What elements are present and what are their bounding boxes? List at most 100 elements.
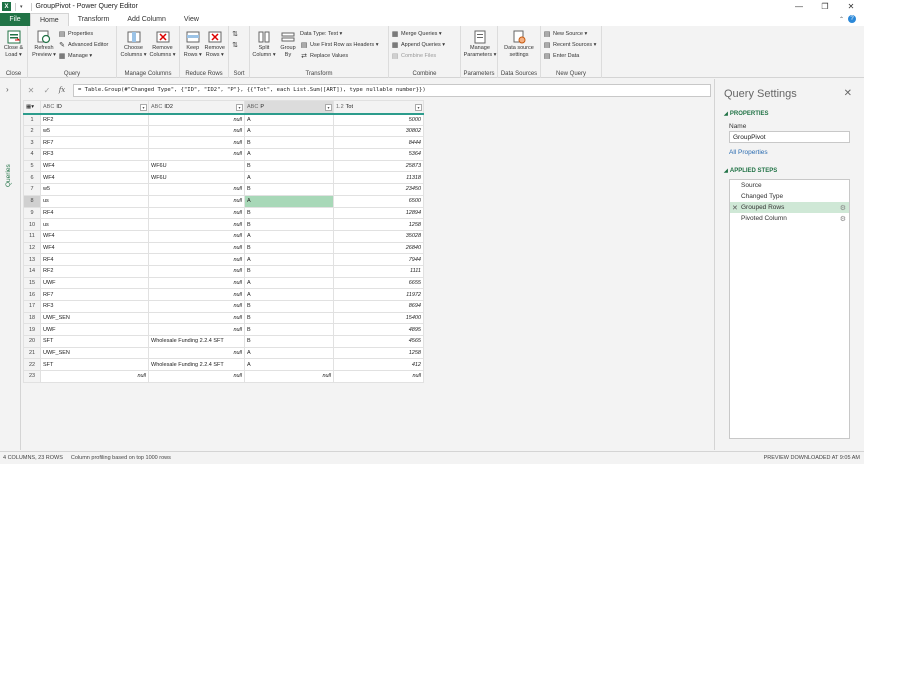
- grid-cell-id[interactable]: w5: [40, 124, 149, 138]
- grid-cell-p[interactable]: A: [244, 276, 334, 290]
- grid-cell-id[interactable]: RF2: [40, 264, 149, 278]
- merge-queries-button[interactable]: ▦ Merge Queries ▾: [391, 29, 445, 39]
- grid-cell-tot[interactable]: 5000: [333, 113, 424, 126]
- column-header-id[interactable]: ABC ID ▾: [40, 100, 149, 115]
- grid-cell-tot[interactable]: 8694: [333, 300, 424, 313]
- grid-cell-id2[interactable]: null: [148, 276, 245, 290]
- grid-cell-tot[interactable]: 4565: [333, 335, 424, 348]
- table-row[interactable]: 1 RF2 null A 5000: [23, 113, 424, 126]
- grid-cell-p[interactable]: B: [244, 159, 334, 173]
- use-first-row-button[interactable]: ▤ Use First Row as Headers ▾: [300, 40, 379, 50]
- replace-values-button[interactable]: ⇄ Replace Values: [300, 51, 378, 61]
- grid-cell-id2[interactable]: null: [148, 136, 245, 150]
- manage-button[interactable]: ▦ Manage ▾: [58, 51, 108, 61]
- table-row[interactable]: 6 WF4 WF6U A 11318: [23, 171, 424, 185]
- grid-cell-id2[interactable]: WF6U: [148, 171, 245, 185]
- grid-cell-p[interactable]: A: [244, 171, 334, 185]
- grid-cell-p[interactable]: B: [244, 264, 334, 278]
- grid-cell-id2[interactable]: null: [148, 300, 245, 313]
- queries-pane-label[interactable]: Queries: [5, 164, 12, 187]
- table-row[interactable]: 12 WF4 null B 26840: [23, 241, 424, 255]
- refresh-preview-button[interactable]: Refresh Preview ▾: [31, 28, 57, 58]
- step-grouped-rows[interactable]: ✕ Grouped Rows ⚙: [730, 202, 849, 213]
- all-properties-link[interactable]: All Properties: [729, 149, 768, 156]
- grid-cell-p[interactable]: A: [244, 194, 334, 208]
- table-row[interactable]: 16 RF7 null A 11972: [23, 288, 424, 301]
- new-source-button[interactable]: ▤ New Source ▾: [543, 29, 596, 39]
- table-row[interactable]: 23 null null null null: [23, 370, 424, 383]
- grid-cell-tot[interactable]: 26840: [333, 241, 424, 255]
- help-icon[interactable]: ?: [848, 15, 856, 23]
- number-type-icon[interactable]: 1.2: [336, 104, 344, 110]
- tab-view[interactable]: View: [175, 13, 208, 26]
- expand-queries-icon[interactable]: ›: [6, 85, 9, 94]
- grid-cell-id2[interactable]: null: [148, 183, 245, 196]
- grid-cell-id2[interactable]: null: [148, 206, 245, 220]
- grid-cell-id2[interactable]: null: [148, 194, 245, 208]
- cancel-formula-icon[interactable]: ✕: [23, 86, 39, 95]
- grid-cell-p[interactable]: B: [244, 183, 334, 196]
- grid-cell-id2[interactable]: null: [148, 113, 245, 126]
- restore-icon[interactable]: ❐: [812, 0, 838, 13]
- grid-cell-tot[interactable]: null: [333, 370, 424, 383]
- table-row[interactable]: 15 UWF null A 6655: [23, 276, 424, 290]
- grid-cell-id2[interactable]: null: [148, 288, 245, 301]
- grid-cell-p[interactable]: A: [244, 358, 334, 372]
- table-row[interactable]: 5 WF4 WF6U B 25873: [23, 159, 424, 173]
- grid-cell-p[interactable]: B: [244, 323, 334, 337]
- table-row[interactable]: 14 RF2 null B 1111: [23, 264, 424, 278]
- close-and-load-button[interactable]: Close & Load ▾: [3, 28, 24, 58]
- applied-steps-section-header[interactable]: ◢ APPLIED STEPS: [724, 168, 777, 174]
- delete-step-icon[interactable]: ✕: [732, 204, 738, 212]
- grid-cell-p[interactable]: A: [244, 288, 334, 301]
- grid-cell-tot[interactable]: 23450: [333, 183, 424, 196]
- grid-cell-id[interactable]: null: [40, 370, 149, 383]
- grid-cell-p[interactable]: A: [244, 253, 334, 266]
- remove-columns-button[interactable]: Remove Columns ▾: [149, 28, 176, 58]
- table-row[interactable]: 3 RF7 null B 8444: [23, 136, 424, 150]
- column-header-p[interactable]: ABC P ▾: [244, 100, 334, 115]
- grid-cell-id2[interactable]: null: [148, 229, 245, 243]
- combine-files-button[interactable]: ▤ Combine Files: [391, 51, 445, 61]
- query-name-input[interactable]: GroupPivot: [729, 131, 850, 143]
- tab-add-column[interactable]: Add Column: [118, 13, 175, 26]
- properties-button[interactable]: ▤ Properties: [58, 29, 108, 39]
- append-queries-button[interactable]: ▦ Append Queries ▾: [391, 40, 445, 50]
- grid-cell-id2[interactable]: null: [148, 253, 245, 266]
- filter-dropdown-icon[interactable]: ▾: [415, 104, 422, 111]
- grid-cell-id[interactable]: w5: [40, 183, 149, 196]
- gear-icon[interactable]: ⚙: [840, 215, 846, 223]
- manage-parameters-button[interactable]: Manage Parameters ▾: [464, 28, 496, 58]
- grid-cell-tot[interactable]: 15400: [333, 311, 424, 325]
- grid-cell-id[interactable]: RF3: [40, 300, 149, 313]
- grid-cell-id2[interactable]: null: [148, 264, 245, 278]
- table-row[interactable]: 11 WF4 null A 35028: [23, 229, 424, 243]
- advanced-editor-button[interactable]: ✎ Advanced Editor: [58, 40, 108, 50]
- grid-cell-id2[interactable]: null: [148, 370, 245, 383]
- ribbon-collapse-icon[interactable]: ⌃: [839, 16, 844, 23]
- table-row[interactable]: 10 us null B 1258: [23, 218, 424, 231]
- enter-data-button[interactable]: ▤ Enter Data: [543, 51, 596, 61]
- grid-cell-p[interactable]: B: [244, 136, 334, 150]
- grid-cell-id[interactable]: RF7: [40, 288, 149, 301]
- minimize-icon[interactable]: —: [786, 0, 812, 13]
- grid-cell-id[interactable]: UWF_SEN: [40, 346, 149, 360]
- table-row[interactable]: 21 UWF_SEN null A 1258: [23, 346, 424, 360]
- grid-cell-tot[interactable]: 4895: [333, 323, 424, 337]
- grid-cell-tot[interactable]: 1258: [333, 218, 424, 231]
- grid-cell-id2[interactable]: Wholesale Funding 2.2.4 SFT: [148, 335, 245, 348]
- column-profiling-status[interactable]: Column profiling based on top 1000 rows: [71, 455, 171, 461]
- grid-cell-tot[interactable]: 30802: [333, 124, 424, 138]
- grid-cell-id[interactable]: UWF: [40, 323, 149, 337]
- grid-cell-p[interactable]: B: [244, 300, 334, 313]
- grid-cell-id[interactable]: RF4: [40, 253, 149, 266]
- tab-file[interactable]: File: [0, 13, 30, 26]
- grid-cell-p[interactable]: A: [244, 229, 334, 243]
- grid-cell-id[interactable]: us: [40, 218, 149, 231]
- grid-cell-tot[interactable]: 412: [333, 358, 424, 372]
- filter-dropdown-icon[interactable]: ▾: [325, 104, 332, 111]
- gear-icon[interactable]: ⚙: [840, 204, 846, 212]
- table-row[interactable]: 18 UWF_SEN null B 15400: [23, 311, 424, 325]
- grid-cell-id[interactable]: RF7: [40, 136, 149, 150]
- grid-cell-tot[interactable]: 35028: [333, 229, 424, 243]
